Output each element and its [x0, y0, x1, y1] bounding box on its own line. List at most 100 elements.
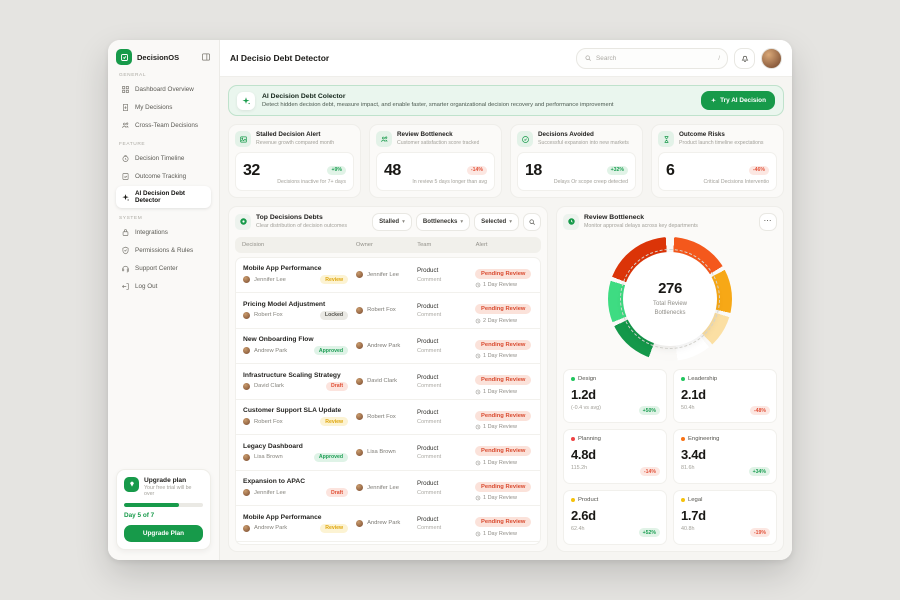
dept-badge: -14%	[640, 467, 660, 476]
search-shortcut-hint: /	[718, 55, 720, 62]
top-decisions-debts-panel: Top Decisions Debts Clear distribution o…	[228, 206, 548, 553]
clock-icon	[475, 531, 481, 537]
dept-badge: -48%	[750, 406, 770, 415]
sidebar-item-label: Cross-Team Decisions	[135, 122, 198, 129]
table-row[interactable]: Mobile App Performance Jennifer LeeRevie…	[236, 258, 540, 294]
chevron-down-icon	[402, 218, 405, 225]
page-title: AI Decisio Debt Detector	[230, 53, 329, 63]
sidebar-item-log-out[interactable]: Log Out	[116, 278, 211, 295]
chevron-down-icon	[509, 218, 512, 225]
main-area: AI Decisio Debt Detector / AI Decision D…	[220, 40, 792, 560]
search-box: /	[576, 48, 728, 69]
user-avatar[interactable]	[761, 48, 782, 69]
status-badge: Review	[320, 417, 348, 426]
stat-badge: -46%	[749, 166, 769, 175]
table-row[interactable]: Mobile App Performance Andrew ParkReview…	[236, 506, 540, 542]
bell-icon	[740, 53, 750, 63]
status-badge: Draft	[326, 382, 348, 391]
trial-progress-bar	[124, 503, 203, 507]
avatar	[356, 378, 363, 385]
table-row[interactable]: Pricing Model Adjustment Robert FoxLocke…	[236, 293, 540, 329]
sidebar-item-cross-team-decisions[interactable]: Cross-Team Decisions	[116, 117, 211, 134]
sidebar-item-label: Log Out	[135, 283, 157, 290]
table-row[interactable]: Legacy Dashboard Lisa BrownApproved Lisa…	[236, 435, 540, 471]
sidebar-item-decision-timeline[interactable]: Decision Timeline	[116, 150, 211, 167]
table-row[interactable]: Expansion to APAC Jennifer LeeDraft Jenn…	[236, 471, 540, 507]
content: AI Decision Debt Colector Detect hidden …	[220, 77, 792, 560]
sidebar-collapse-icon[interactable]	[201, 52, 211, 62]
dept-card-planning: Planning 4.8d 115.2h -14%	[563, 429, 667, 484]
avatar	[243, 454, 250, 461]
sidebar-item-support-center[interactable]: Support Center	[116, 260, 211, 277]
filter-stalled[interactable]: Stalled	[372, 213, 412, 231]
image-icon	[235, 131, 251, 147]
avatar	[243, 418, 250, 425]
review-bottleneck-panel: Review Bottleneck Monitor approval delay…	[556, 206, 784, 553]
review-title: Review Bottleneck	[584, 214, 698, 221]
more-menu-button[interactable]	[759, 213, 777, 231]
sidebar: DecisionOS GENERAL Dashboard Overview My…	[108, 40, 220, 560]
search-input[interactable]	[596, 55, 714, 62]
avatar	[243, 489, 250, 496]
dept-badge: +52%	[639, 528, 660, 537]
table-row[interactable]: Expansion to APAC Robert FoxLocked Rober…	[236, 542, 540, 546]
check-circle-icon	[517, 131, 533, 147]
table-row[interactable]: New Onboarding Flow Andrew ParkApproved …	[236, 329, 540, 365]
clock-icon	[475, 460, 481, 466]
table-row[interactable]: Infrastructure Scaling Strategy David Cl…	[236, 364, 540, 400]
stat-caption: Decisions inactive for 7+ days	[277, 179, 346, 185]
sparkle-icon	[710, 97, 717, 104]
status-badge: Review	[320, 524, 348, 533]
logout-icon	[121, 282, 130, 291]
status-dot-icon	[235, 214, 251, 230]
status-dot	[571, 437, 575, 441]
alert-badge: Pending Review	[475, 411, 531, 421]
ai-sparkle-icon	[237, 92, 255, 110]
table-rows: Mobile App Performance Jennifer LeeRevie…	[235, 257, 541, 546]
upgrade-plan-button[interactable]: Upgrade Plan	[124, 525, 203, 542]
upgrade-gem-icon	[124, 477, 139, 492]
notification-button[interactable]	[734, 48, 755, 69]
stat-caption: In review 5 days longer than avg	[412, 179, 487, 185]
avatar	[356, 342, 363, 349]
sidebar-item-ai-decision-debt-detector[interactable]: AI Decision Debt Detector	[116, 186, 211, 208]
stat-card-stalled-decision-alert: Stalled Decision Alert Revenue growth co…	[228, 124, 361, 198]
status-dot	[681, 498, 685, 502]
stat-card-review-bottleneck: Review Bottleneck Customer satisfaction …	[369, 124, 502, 198]
status-badge: Approved	[314, 346, 348, 355]
sidebar-item-label: Integrations	[135, 229, 168, 236]
sidebar-item-label: My Decisions	[135, 104, 172, 111]
sidebar-item-label: Decision Timeline	[135, 155, 184, 162]
table-search-button[interactable]	[523, 213, 541, 231]
lock-icon	[121, 228, 130, 237]
logo-row: DecisionOS	[116, 49, 211, 65]
filter-bottlenecks[interactable]: Bottlenecks	[416, 213, 470, 231]
ai-banner: AI Decision Debt Colector Detect hidden …	[228, 85, 784, 116]
table-row[interactable]: Customer Support SLA Update Robert FoxRe…	[236, 400, 540, 436]
people-icon	[121, 121, 130, 130]
sidebar-item-label: AI Decision Debt Detector	[135, 190, 206, 204]
topbar: AI Decisio Debt Detector /	[220, 40, 792, 77]
sidebar-section-label: SYSTEM	[119, 216, 211, 221]
alert-badge: Pending Review	[475, 375, 531, 385]
sidebar-item-permissions-rules[interactable]: Permissions & Rules	[116, 242, 211, 259]
sidebar-item-outcome-tracking[interactable]: Outcome Tracking	[116, 168, 211, 185]
app-window: DecisionOS GENERAL Dashboard Overview My…	[108, 40, 792, 560]
dept-card-product: Product 2.6d 62.4h +52%	[563, 490, 667, 545]
sidebar-item-dashboard-overview[interactable]: Dashboard Overview	[116, 81, 211, 98]
table-column-header: Decision Owner Team Alert	[235, 237, 541, 253]
bottleneck-donut-chart: 276 Total Review Bottlenecks	[563, 231, 777, 367]
document-icon	[121, 103, 130, 112]
try-ai-decision-button[interactable]: Try AI Decision	[701, 91, 775, 110]
dept-badge: +50%	[639, 406, 660, 415]
filter-selected[interactable]: Selected	[474, 213, 519, 231]
trial-progress-fill	[124, 503, 179, 507]
dept-card-design: Design 1.2d (-0.4 vs avg) +50%	[563, 369, 667, 424]
stat-card-outcome-risks: Outcome Risks Product launch timeline ex…	[651, 124, 784, 198]
sidebar-item-integrations[interactable]: Integrations	[116, 224, 211, 241]
sidebar-item-my-decisions[interactable]: My Decisions	[116, 99, 211, 116]
alert-badge: Pending Review	[475, 482, 531, 492]
donut-ring: 276 Total Review Bottlenecks	[608, 237, 732, 361]
grid-icon	[121, 85, 130, 94]
shield-check-icon	[121, 246, 130, 255]
